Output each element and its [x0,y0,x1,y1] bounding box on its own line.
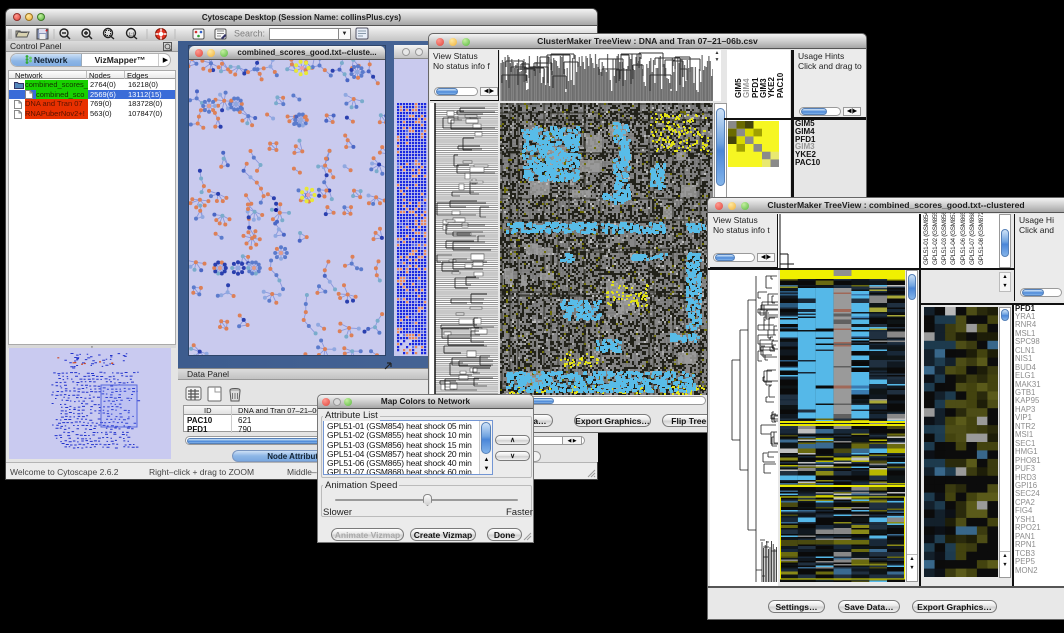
svg-text:1:1: 1:1 [129,32,136,37]
svg-text:Search:: Search: [234,29,265,39]
